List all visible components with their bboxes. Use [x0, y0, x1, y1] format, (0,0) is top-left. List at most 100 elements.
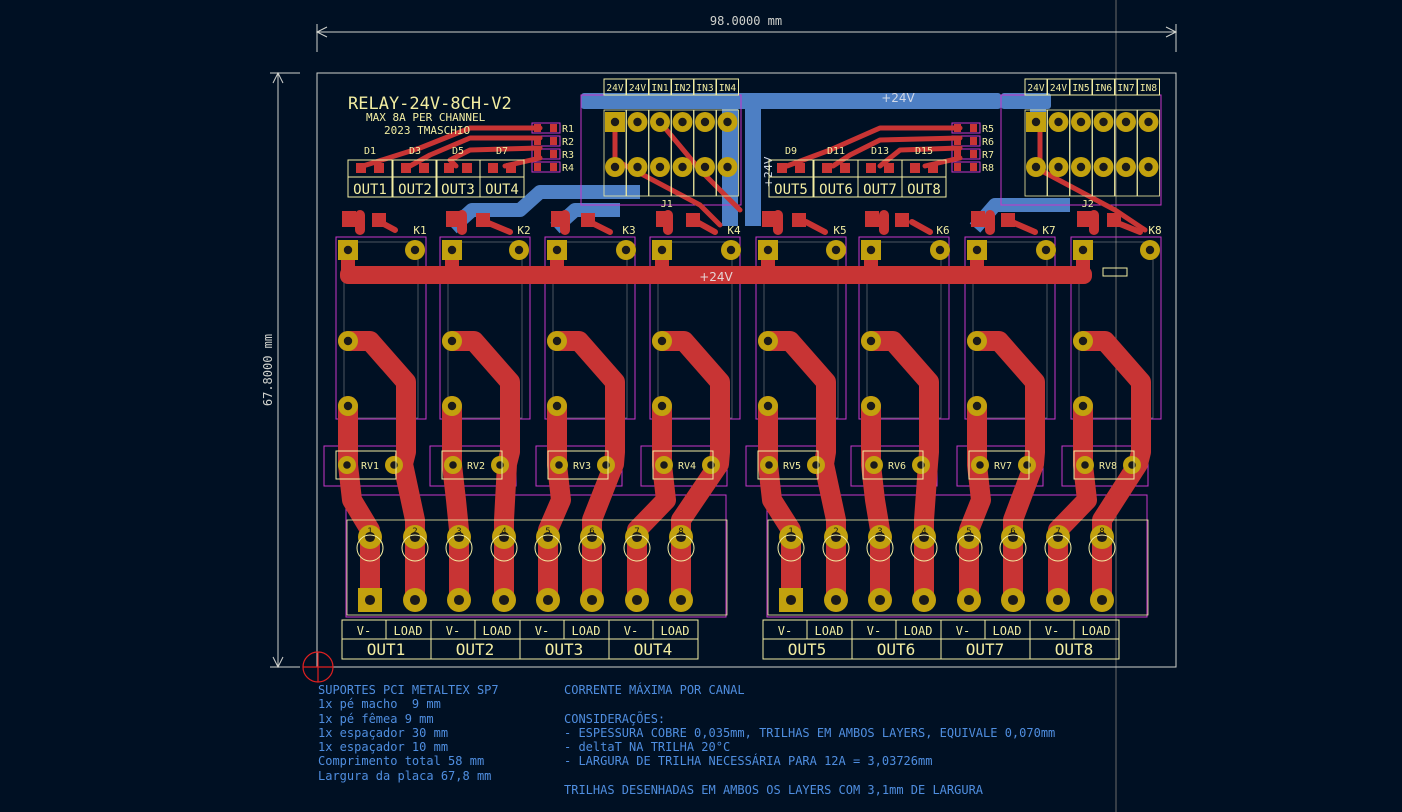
- notes-right: CORRENTE MÁXIMA POR CANAL CONSIDERAÇÕES: -…: [564, 683, 1055, 797]
- varistor-ref: RV8: [1099, 461, 1117, 472]
- pad-drill: [1078, 245, 1088, 255]
- pad-drill: [963, 594, 975, 606]
- relay-coil-pad: [547, 240, 567, 260]
- connector-pad: [1048, 112, 1069, 132]
- vminus-label: V-: [778, 624, 792, 638]
- pad-drill: [1031, 117, 1041, 127]
- pad-drill: [602, 461, 610, 469]
- varistor-pad: [971, 456, 989, 474]
- relay-no-pad: [861, 396, 881, 416]
- led-output-label: OUT7: [863, 182, 897, 198]
- pad-drill: [343, 245, 353, 255]
- pad-drill: [657, 336, 667, 346]
- pad-drill: [812, 461, 820, 469]
- note-line: - LARGURA DE TRILHA NECESSÁRIA PARA 12A …: [564, 754, 933, 769]
- relay-coil-pad: [930, 240, 950, 260]
- note-line: TRILHAS DESENHADAS EM AMBOS OS LAYERS CO…: [564, 783, 984, 798]
- diode-pad: [910, 163, 920, 173]
- relay-ref: K3: [622, 224, 635, 237]
- relay-no-pad: [338, 396, 358, 416]
- varistor-ref: RV3: [573, 461, 591, 472]
- diode-ref: D11: [827, 146, 845, 157]
- pad-drill: [1054, 162, 1063, 172]
- terminal-pin-label: 2: [412, 527, 417, 537]
- terminal-pin-label: 6: [589, 527, 594, 537]
- relay-ref: K7: [1042, 224, 1055, 237]
- diode-ref: D7: [496, 146, 508, 157]
- terminal-pin-label: 4: [501, 527, 506, 537]
- relay-coil-pad: [509, 240, 529, 260]
- connector-pad: [1116, 112, 1136, 132]
- pad-drill: [1054, 117, 1063, 127]
- relay-com-pad: [1073, 331, 1093, 351]
- connector-pin-label: IN8: [1140, 83, 1157, 94]
- relay-smd-pad: [372, 213, 386, 227]
- terminal-pin-label: 3: [877, 527, 882, 537]
- connector-pad: [1048, 157, 1069, 177]
- connector-pad: [672, 157, 693, 177]
- diode-pad: [928, 163, 938, 173]
- pad-drill: [763, 336, 773, 346]
- terminal-pin-label: 8: [1099, 527, 1104, 537]
- relay-com-pad: [547, 331, 567, 351]
- pad-drill: [1121, 117, 1131, 127]
- pad-drill: [610, 117, 620, 127]
- relay-com-pad: [338, 331, 358, 351]
- relay-coil-pad: [1073, 240, 1093, 260]
- note-line: CONSIDERAÇÕES:: [564, 711, 666, 726]
- terminal-pin-label: 8: [678, 527, 683, 537]
- pad-drill: [447, 401, 457, 411]
- resistor-ref: R6: [982, 137, 994, 148]
- resistor-ref: R7: [982, 150, 994, 161]
- terminal-pad: [358, 588, 382, 612]
- connector-pad: [1026, 157, 1046, 177]
- output-label: OUT3: [545, 640, 584, 659]
- terminal-pad: [868, 588, 892, 612]
- pad-drill: [542, 594, 554, 606]
- load-label: LOAD: [904, 624, 933, 638]
- varistor-pad: [1076, 456, 1094, 474]
- connector-pad: [1071, 112, 1091, 132]
- diode-pad: [401, 163, 411, 173]
- output-label: OUT1: [367, 640, 406, 659]
- terminal-pad: [1001, 588, 1025, 612]
- varistor-pad: [550, 456, 568, 474]
- load-label: LOAD: [572, 624, 601, 638]
- vminus-trace: [861, 396, 890, 610]
- resistor-ref: R5: [982, 124, 994, 135]
- pad-drill: [917, 461, 925, 469]
- pad-drill: [726, 245, 736, 255]
- terminal-pin-label: 5: [966, 527, 971, 537]
- resistor-pad: [550, 124, 557, 132]
- vminus-label: V-: [535, 624, 549, 638]
- pad-drill: [449, 461, 457, 469]
- led-output-label: OUT5: [774, 182, 808, 198]
- connector-pad: [695, 157, 715, 177]
- diode-ref: D15: [915, 146, 933, 157]
- note-line: [564, 769, 1055, 783]
- diode-pad: [488, 163, 498, 173]
- relay-smd-pad: [792, 213, 806, 227]
- connector-pad: [650, 112, 670, 132]
- pad-drill: [866, 401, 876, 411]
- relay-smd-pad: [656, 211, 670, 227]
- connector-pin-label: 24V: [1050, 83, 1067, 94]
- relay-smd-pad: [971, 211, 985, 227]
- note-line: SUPORTES PCI METALTEX SP7: [318, 683, 499, 697]
- net-label-mid: +24V: [699, 270, 733, 284]
- diode-pad: [795, 163, 805, 173]
- output-label: OUT6: [877, 640, 916, 659]
- relay-coil-pad: [758, 240, 778, 260]
- pad-drill: [343, 461, 351, 469]
- pad-drill: [660, 461, 668, 469]
- led-output-label: OUT3: [441, 182, 475, 198]
- relay-smd-pad: [865, 211, 879, 227]
- connector-pin-label: 24V: [629, 83, 646, 94]
- resistor-pad: [970, 150, 977, 158]
- note-line: 1x espaçador 30 mm: [318, 725, 449, 740]
- pad-drill: [633, 117, 642, 127]
- varistor-pad: [385, 456, 403, 474]
- pad-drill: [1099, 162, 1108, 172]
- pad-drill: [700, 162, 710, 172]
- led-output-label: OUT8: [907, 182, 941, 198]
